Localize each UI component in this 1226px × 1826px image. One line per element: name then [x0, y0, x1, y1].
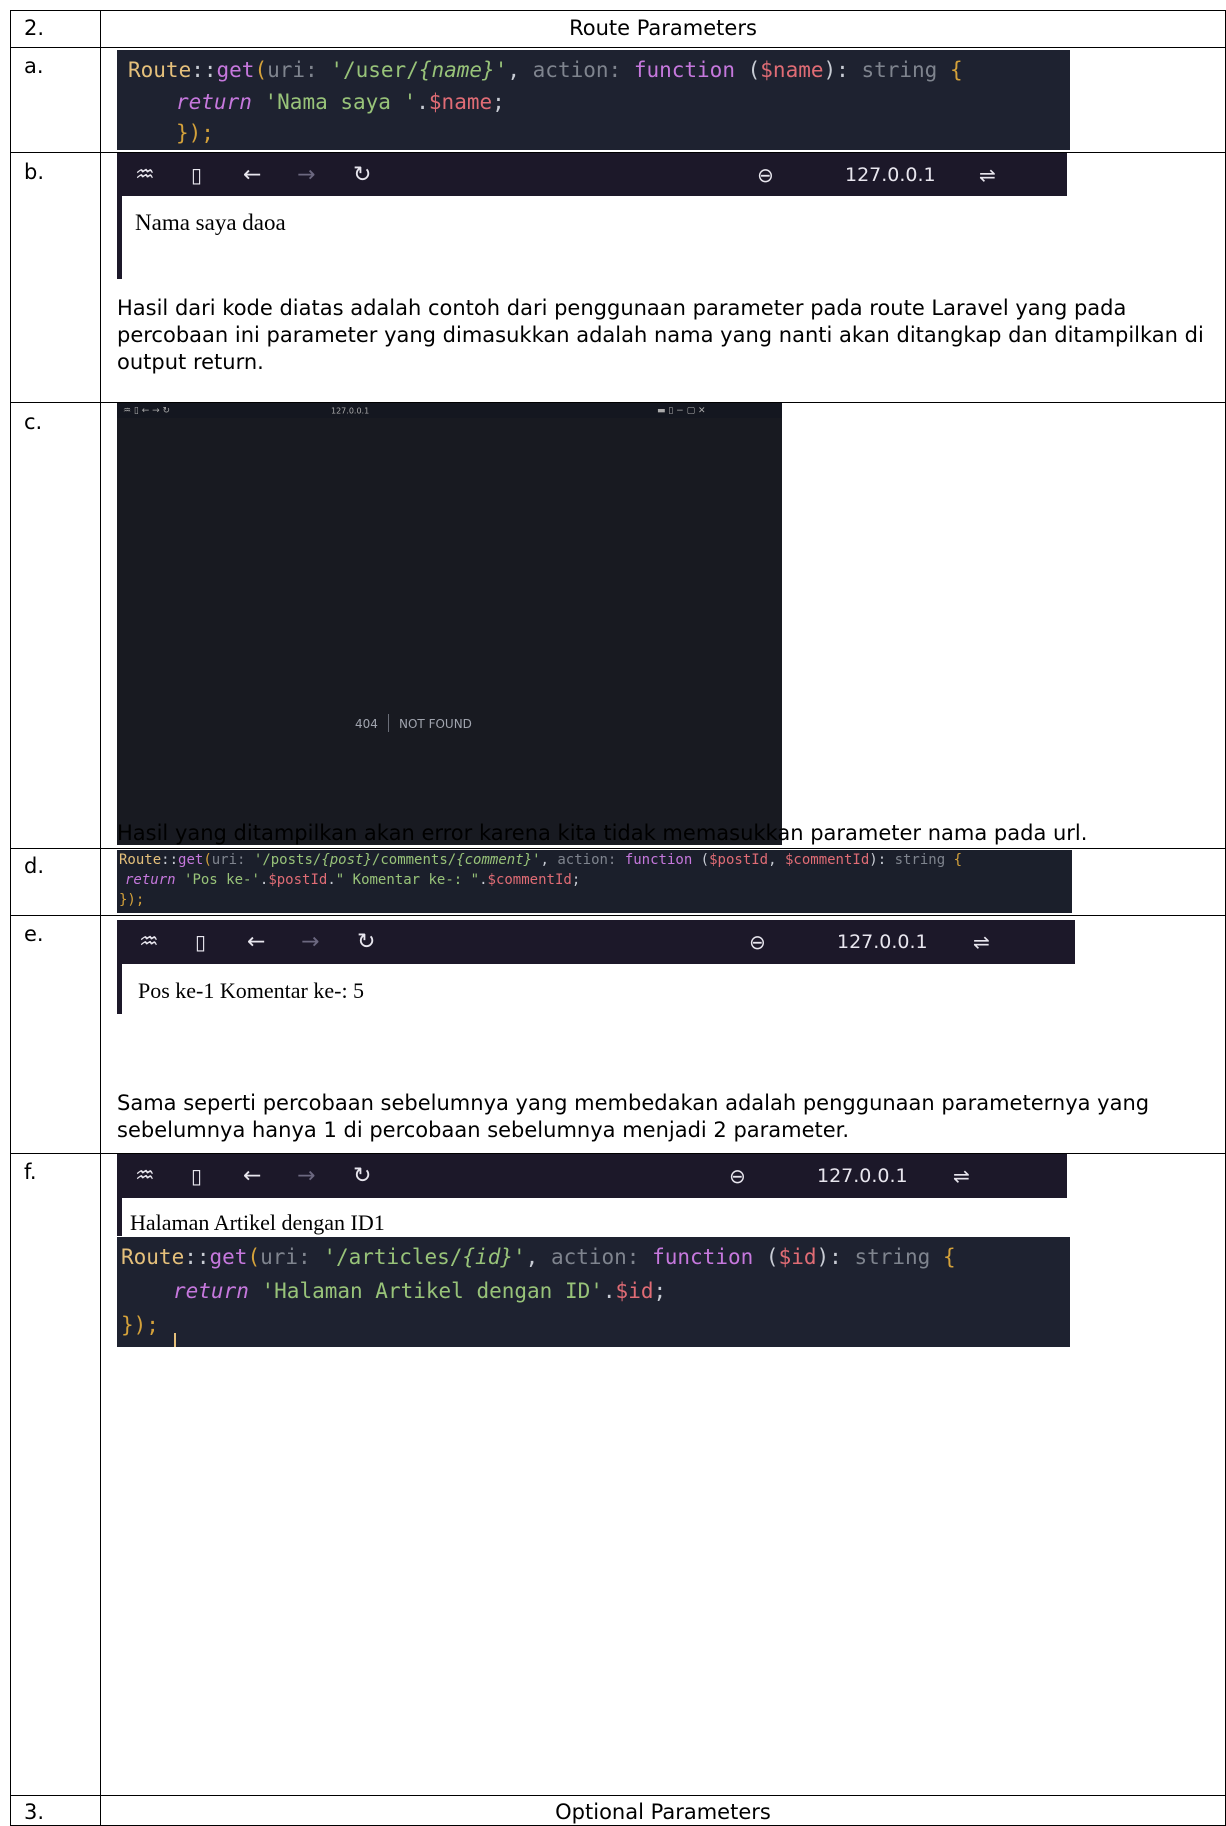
sidebar-toggle-icon[interactable]: ▯ [191, 1164, 202, 1188]
code-line: }); [121, 1313, 159, 1337]
link-icon[interactable]: ⊖ [757, 163, 774, 187]
code-line: return 'Halaman Artikel dengan ID'.$id; [173, 1279, 667, 1303]
section-title: Optional Parameters [555, 1800, 771, 1824]
browser-logo-icon: ♒ [135, 162, 155, 187]
row-label-e: e. [24, 922, 44, 946]
settings-sliders-icon[interactable]: ⇌ [979, 163, 996, 187]
browser-toolbar-small: ♒ ▯ ← → ↻ 127.0.0.1 ▬ ▯ − ▢ ✕ [117, 403, 782, 418]
explanation-b: Hasil dari kode diatas adalah contoh dar… [117, 296, 1204, 374]
window-controls-icon[interactable]: ▬ ▯ − ▢ ✕ [657, 406, 706, 416]
error-page: 404 NOT FOUND [117, 418, 782, 845]
explanation-e: Sama seperti percobaan sebelumnya yang m… [117, 1091, 1150, 1142]
row-label-a: a. [24, 54, 44, 78]
reload-icon[interactable]: ↻ [353, 1164, 371, 1189]
code-line: return 'Pos ke-'.$postId." Komentar ke-:… [125, 872, 581, 888]
row-divider [10, 848, 1226, 849]
settings-sliders-icon[interactable]: ⇌ [953, 1164, 970, 1188]
divider [388, 714, 389, 732]
row-divider [10, 47, 1226, 48]
row-divider [10, 10, 1226, 11]
browser-toolbar: ♒ ▯ ← → ↻ ⊖ 127.0.0.1 ⇌ [117, 1154, 1067, 1198]
code-snippet-d: Route::get(uri: '/posts/{post}/comments/… [117, 850, 1072, 913]
code-line: Route::get(uri: '/user/{name}', action: … [128, 58, 963, 82]
section-title: Route Parameters [569, 16, 757, 40]
sidebar-toggle-icon[interactable]: ▯ [191, 163, 202, 187]
back-arrow-icon[interactable]: ← [247, 930, 265, 955]
row-label-b: b. [24, 160, 45, 184]
row-divider [10, 915, 1226, 916]
browser-logo-icon: ♒ ▯ ← → ↻ [123, 405, 171, 416]
browser-logo-icon: ♒ [139, 929, 159, 955]
address-bar[interactable]: 127.0.0.1 [817, 1165, 908, 1187]
link-icon[interactable]: ⊖ [749, 930, 766, 954]
error-status: NOT FOUND [399, 717, 472, 731]
code-snippet-f: Route::get(uri: '/articles/{id}', action… [117, 1237, 1070, 1347]
page-output: Pos ke-1 Komentar ke-: 5 [138, 978, 365, 1003]
back-arrow-icon[interactable]: ← [243, 1164, 261, 1189]
forward-arrow-icon[interactable]: → [297, 1164, 315, 1189]
code-snippet-a: Route::get(uri: '/user/{name}', action: … [117, 50, 1070, 150]
link-icon[interactable]: ⊖ [729, 1164, 746, 1188]
reload-icon[interactable]: ↻ [353, 162, 371, 187]
code-line: }); [176, 121, 214, 145]
browser-toolbar: ♒ ▯ ← → ↻ ⊖ 127.0.0.1 ⇌ [117, 920, 1075, 964]
page-output: Nama saya daoa [135, 210, 286, 235]
address-bar[interactable]: 127.0.0.1 [845, 164, 936, 186]
row-label-f: f. [24, 1160, 37, 1184]
code-line: }); [119, 892, 145, 908]
reload-icon[interactable]: ↻ [357, 930, 375, 955]
window-edge [117, 1198, 122, 1236]
column-divider [100, 10, 101, 1826]
forward-arrow-icon[interactable]: → [301, 930, 319, 955]
column-divider [10, 10, 11, 1826]
document-table: 2. Route Parameters a. b. c. d. e. f. 3.… [10, 10, 1226, 1826]
page-output: Halaman Artikel dengan ID1 [130, 1210, 385, 1235]
row-label-c: c. [24, 410, 43, 434]
section-number: 3. [24, 1800, 45, 1824]
settings-sliders-icon[interactable]: ⇌ [973, 930, 990, 954]
browser-logo-icon: ♒ [135, 1163, 155, 1189]
code-line: Route::get(uri: '/articles/{id}', action… [121, 1245, 956, 1269]
text-cursor [174, 1333, 176, 1347]
window-edge [117, 964, 122, 1014]
code-line: Route::get(uri: '/posts/{post}/comments/… [119, 852, 963, 868]
window-edge [117, 196, 122, 279]
row-label-d: d. [24, 854, 45, 878]
section-number: 2. [24, 16, 45, 40]
browser-toolbar: ♒ ▯ ← → ↻ ⊖ 127.0.0.1 ⇌ [117, 153, 1067, 196]
forward-arrow-icon[interactable]: → [297, 162, 315, 187]
address-bar[interactable]: 127.0.0.1 [837, 931, 928, 953]
error-code: 404 [355, 717, 378, 731]
address-bar[interactable]: 127.0.0.1 [331, 406, 369, 415]
explanation-c: Hasil yang ditampilkan akan error karena… [117, 821, 1088, 845]
row-divider [10, 1795, 1226, 1796]
code-line: return 'Nama saya '.$name; [176, 90, 505, 114]
back-arrow-icon[interactable]: ← [243, 162, 261, 187]
sidebar-toggle-icon[interactable]: ▯ [195, 930, 206, 954]
